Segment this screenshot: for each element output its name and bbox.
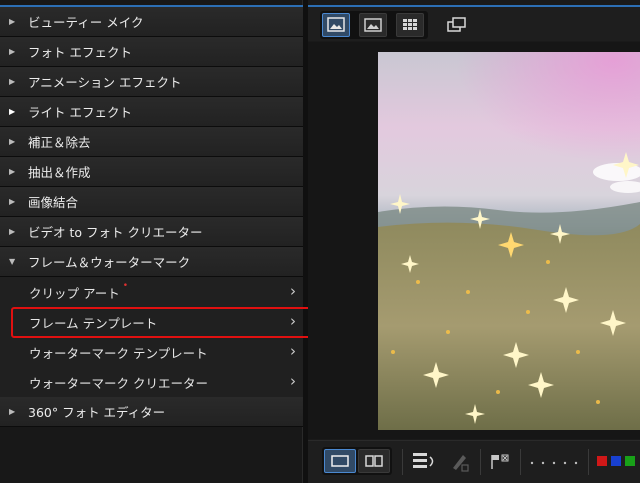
separator	[480, 449, 481, 475]
menu-item-label: アニメーション エフェクト	[28, 75, 182, 90]
menu-item-image-merge[interactable]: ▶ 画像結合	[0, 187, 303, 217]
photo-icon	[364, 18, 382, 32]
preview-image[interactable]	[378, 52, 640, 430]
triangle-down-icon: ▼	[9, 257, 16, 266]
separator	[402, 449, 403, 475]
menu-item-extract[interactable]: ▶ 抽出＆作成	[0, 157, 303, 187]
view-toolbar	[308, 5, 640, 41]
menu-item-correction[interactable]: ▶ 補正＆除去	[0, 127, 303, 157]
preview-panel	[308, 0, 640, 483]
flag-button[interactable]	[488, 449, 514, 475]
new-badge-icon: •	[122, 281, 129, 291]
triangle-right-icon: ▶	[9, 17, 16, 26]
bottom-toolbar	[308, 440, 640, 483]
split-pane-icon	[365, 455, 383, 467]
split-compare-button[interactable]	[358, 449, 390, 473]
menu-item-label: ライト エフェクト	[28, 105, 132, 120]
triangle-right-icon: ▶	[9, 197, 16, 206]
menu-item-label: フォト エフェクト	[28, 45, 132, 60]
menu-item-animation-effect[interactable]: ▶ アニメーション エフェクト	[0, 67, 303, 97]
triangle-right-icon: ▶	[9, 107, 16, 116]
triangle-right-icon: ▶	[9, 167, 16, 176]
menu-item-frame-watermark[interactable]: ▼ フレーム＆ウォーターマーク	[0, 247, 303, 277]
chevron-right-icon: ›	[290, 282, 296, 300]
layers-icon	[413, 453, 434, 468]
view-mode-group	[320, 11, 428, 39]
separator	[520, 449, 521, 475]
menu-item-label: ビューティー メイク	[28, 15, 144, 30]
grid-view-button[interactable]	[396, 13, 424, 37]
rating-dots[interactable]	[528, 449, 584, 475]
menu-item-video-to-photo[interactable]: ▶ ビデオ to フォト クリエーター	[0, 217, 303, 247]
preview-area	[308, 42, 640, 439]
triangle-right-icon: ▶	[9, 77, 16, 86]
single-compare-button[interactable]	[324, 449, 356, 473]
menu-item-label: フレーム＆ウォーターマーク	[28, 255, 191, 270]
menu-item-photo-effect[interactable]: ▶ フォト エフェクト	[0, 37, 303, 67]
highlight-box	[11, 307, 315, 338]
rating-dots-icon	[530, 461, 578, 465]
photo-view-button[interactable]	[359, 13, 387, 37]
submenu-item-label: ウォーターマーク クリエーター	[29, 375, 208, 391]
sparkle-photo	[378, 52, 640, 430]
menu-item-label: 画像結合	[28, 195, 79, 210]
grid-icon	[403, 19, 417, 30]
menu-item-label: 360° フォト エディター	[28, 405, 166, 420]
compare-mode-group	[322, 447, 392, 475]
menu-item-360-editor[interactable]: ▶ 360° フォト エディター	[0, 397, 303, 427]
triangle-right-icon: ▶	[9, 137, 16, 146]
color-labels[interactable]	[595, 454, 640, 468]
single-view-icon	[327, 17, 345, 32]
flag-icon	[491, 454, 509, 469]
brush-icon	[453, 455, 469, 472]
triangle-right-icon: ▶	[9, 407, 16, 416]
single-view-button[interactable]	[322, 13, 350, 37]
color-label-icons	[597, 456, 635, 466]
submenu-item-label: クリップ アート	[29, 285, 120, 301]
menu-item-beauty[interactable]: ▶ ビューティー メイク	[0, 7, 303, 37]
menu-item-label: 補正＆除去	[28, 135, 91, 150]
dual-monitor-button[interactable]	[444, 13, 470, 37]
single-pane-icon	[331, 455, 349, 467]
separator	[588, 449, 589, 475]
effects-panel: ▶ ビューティー メイク ▶ フォト エフェクト ▶ アニメーション エフェクト…	[0, 0, 315, 483]
submenu-item-watermark-template[interactable]: ウォーターマーク テンプレート ›	[0, 337, 303, 367]
dual-monitor-icon	[447, 17, 466, 32]
brush-button	[448, 449, 472, 475]
submenu-item-clip-art[interactable]: クリップ アート • ›	[0, 277, 303, 307]
menu-item-label: 抽出＆作成	[28, 165, 91, 180]
triangle-right-icon: ▶	[9, 47, 16, 56]
chevron-right-icon: ›	[290, 342, 296, 360]
submenu-item-label: ウォーターマーク テンプレート	[29, 345, 208, 361]
layers-button[interactable]	[410, 449, 438, 475]
menu-item-label: ビデオ to フォト クリエーター	[28, 225, 203, 240]
triangle-right-icon: ▶	[9, 227, 16, 236]
menu-item-light-effect[interactable]: ▶ ライト エフェクト	[0, 97, 303, 127]
chevron-right-icon: ›	[290, 372, 296, 390]
submenu-item-watermark-creator[interactable]: ウォーターマーク クリエーター ›	[0, 367, 303, 397]
